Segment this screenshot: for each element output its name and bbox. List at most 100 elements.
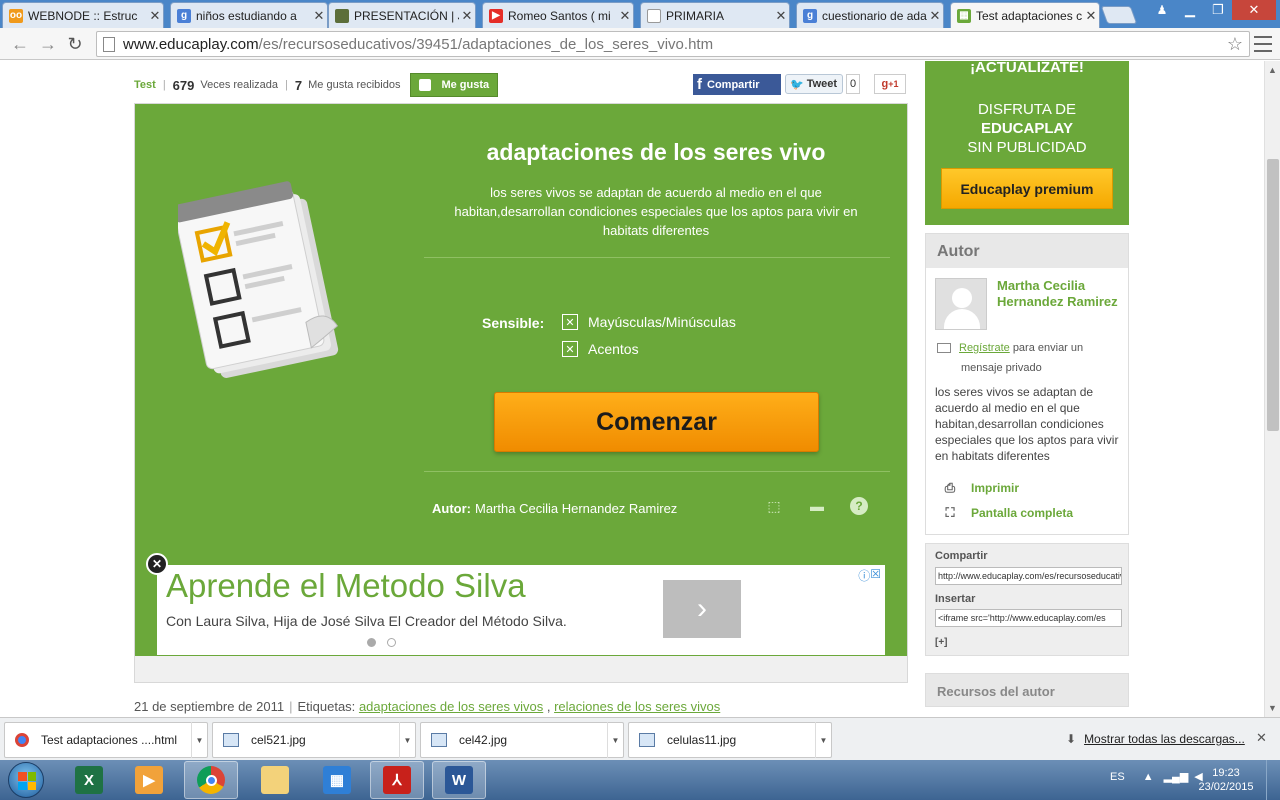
close-ad-icon[interactable]: ✕ bbox=[146, 553, 168, 575]
tab-test-adaptaciones[interactable]: ▦ Test adaptaciones c ✕ bbox=[950, 2, 1100, 28]
download-item[interactable]: Test adaptaciones ....html ▼ bbox=[4, 722, 208, 758]
forward-icon[interactable]: → bbox=[36, 32, 60, 56]
tab-google-ninos[interactable]: g niños estudiando a ✕ bbox=[170, 2, 328, 28]
twitter-bird-icon: 🐦 bbox=[790, 78, 804, 91]
tab-youtube[interactable]: ▶ Romeo Santos ( mi ✕ bbox=[482, 2, 634, 28]
close-tab-icon[interactable]: ✕ bbox=[773, 8, 789, 24]
excel-taskbar-button[interactable]: X bbox=[62, 761, 116, 799]
avatar[interactable] bbox=[935, 278, 987, 330]
publish-date: 21 de septiembre de 2011 bbox=[134, 699, 285, 714]
address-bar[interactable]: www.educaplay.com/es/recursoseducativos/… bbox=[96, 31, 1250, 57]
show-desktop-button[interactable] bbox=[1266, 760, 1280, 800]
close-tab-icon[interactable]: ✕ bbox=[147, 8, 163, 24]
download-item[interactable]: cel42.jpg ▼ bbox=[420, 722, 624, 758]
facebook-share-button[interactable]: f Compartir bbox=[693, 74, 781, 95]
start-button[interactable] bbox=[8, 762, 44, 798]
tweet-button[interactable]: 🐦 Tweet bbox=[785, 74, 843, 94]
print-icon[interactable]: ▬ bbox=[808, 497, 826, 515]
tags-label: Etiquetas: bbox=[297, 699, 356, 714]
like-button[interactable]: Me gusta bbox=[410, 73, 499, 97]
ad-choices[interactable]: ⓘ ☒ bbox=[858, 567, 881, 584]
file-explorer-taskbar-button[interactable] bbox=[248, 761, 302, 799]
chrome-icon bbox=[15, 733, 29, 747]
language-indicator[interactable]: ES bbox=[1110, 771, 1125, 783]
tab-presentacion[interactable]: PRESENTACIÓN | JI ✕ bbox=[328, 2, 476, 28]
fullscreen-icon: ⛶ bbox=[945, 505, 955, 520]
close-tab-icon[interactable]: ✕ bbox=[311, 8, 327, 24]
share-url-field[interactable]: http://www.educaplay.com/es/recursoseduc… bbox=[935, 567, 1122, 585]
embed-code-field[interactable]: <iframe src='http://www.educaplay.com/es bbox=[935, 609, 1122, 627]
address-host: www.educaplay.com bbox=[123, 35, 259, 53]
scroll-up-icon[interactable]: ▲ bbox=[1268, 65, 1277, 75]
checkbox-x-icon[interactable]: ✕ bbox=[562, 314, 578, 330]
tag-link[interactable]: adaptaciones de los seres vivos bbox=[359, 699, 543, 714]
promo-line: SIN PUBLICIDAD bbox=[967, 139, 1087, 156]
chevron-down-icon[interactable]: ▼ bbox=[191, 722, 207, 758]
close-downloads-icon[interactable]: ✕ bbox=[1256, 730, 1267, 746]
likes-count: 7 bbox=[294, 77, 303, 93]
option-accents[interactable]: ✕ Acentos bbox=[562, 341, 639, 357]
chevron-down-icon[interactable]: ▼ bbox=[399, 722, 415, 758]
print-action[interactable]: ⎙ Imprimir bbox=[943, 480, 1019, 495]
clock[interactable]: 19:23 23/02/2015 bbox=[1196, 766, 1256, 794]
chrome-taskbar-button[interactable] bbox=[184, 761, 238, 799]
printer-icon: ⎙ bbox=[944, 480, 956, 495]
facebook-icon: f bbox=[697, 76, 702, 93]
show-all-downloads-link[interactable]: ⬇ Mostrar todas las descargas... bbox=[1066, 732, 1245, 746]
ad-next-arrow-icon[interactable]: › bbox=[663, 580, 741, 638]
premium-button[interactable]: Educaplay premium bbox=[941, 168, 1113, 209]
menu-icon[interactable] bbox=[1254, 34, 1272, 54]
start-button[interactable]: Comenzar bbox=[494, 392, 819, 452]
download-item[interactable]: celulas11.jpg ▼ bbox=[628, 722, 832, 758]
reload-icon[interactable]: ↻ bbox=[63, 32, 87, 56]
tab-webnode[interactable]: oo WEBNODE :: Estruc ✕ bbox=[2, 2, 164, 28]
chevron-down-icon[interactable]: ▼ bbox=[607, 722, 623, 758]
new-tab-button[interactable] bbox=[1100, 6, 1138, 24]
tab-title: Test adaptaciones c bbox=[976, 8, 1083, 23]
app-taskbar-button[interactable]: ▦ bbox=[310, 761, 364, 799]
scrollbar-thumb[interactable] bbox=[1267, 159, 1279, 431]
google-plus-button[interactable]: g +1 bbox=[874, 74, 906, 94]
tag-link[interactable]: relaciones de los seres vivos bbox=[554, 699, 720, 714]
bookmark-star-icon[interactable]: ☆ bbox=[1227, 34, 1243, 55]
minimize-icon[interactable]: ▁ bbox=[1176, 0, 1204, 20]
tab-cuestionario[interactable]: g cuestionario de ada ✕ bbox=[796, 2, 944, 28]
fullscreen-action[interactable]: ⛶ Pantalla completa bbox=[943, 505, 1073, 520]
close-tab-icon[interactable]: ✕ bbox=[617, 8, 633, 24]
close-tab-icon[interactable]: ✕ bbox=[927, 8, 943, 24]
media-player-icon: ▶ bbox=[135, 766, 163, 794]
close-window-icon[interactable]: ✕ bbox=[1232, 0, 1276, 20]
vertical-scrollbar[interactable]: ▲ ▼ bbox=[1264, 61, 1280, 717]
option-case[interactable]: ✕ Mayúsculas/Minúsculas bbox=[562, 314, 736, 330]
word-taskbar-button[interactable]: W bbox=[432, 761, 486, 799]
tab-strip: oo WEBNODE :: Estruc ✕ g niños estudiand… bbox=[0, 0, 1280, 28]
checkbox-x-icon[interactable]: ✕ bbox=[562, 341, 578, 357]
media-player-taskbar-button[interactable]: ▶ bbox=[122, 761, 176, 799]
close-tab-icon[interactable]: ✕ bbox=[459, 8, 475, 24]
scroll-down-icon[interactable]: ▼ bbox=[1268, 703, 1277, 713]
register-link[interactable]: Regístrate bbox=[959, 342, 1010, 354]
expand-link[interactable]: [+] bbox=[935, 637, 948, 648]
tab-title: WEBNODE :: Estruc bbox=[28, 8, 138, 23]
tab-primaria[interactable]: PRIMARIA ✕ bbox=[640, 2, 790, 28]
ad-title[interactable]: Aprende el Metodo Silva bbox=[166, 567, 526, 605]
author-label: Autor: bbox=[432, 501, 471, 516]
ad-pager-dot[interactable] bbox=[387, 638, 396, 647]
close-tab-icon[interactable]: ✕ bbox=[1083, 8, 1099, 24]
user-icon[interactable]: ♟ bbox=[1148, 0, 1176, 20]
restore-icon[interactable]: ❐ bbox=[1204, 0, 1232, 20]
acrobat-taskbar-button[interactable]: ⅄ bbox=[370, 761, 424, 799]
network-signal-icon[interactable]: ▂▄▆ bbox=[1164, 770, 1189, 783]
ad-pager-dot[interactable] bbox=[367, 638, 376, 647]
embed-icon[interactable]: ⬚ bbox=[765, 497, 783, 515]
help-icon[interactable]: ? bbox=[850, 497, 868, 515]
author-name-link[interactable]: Martha Cecilia Hernandez Ramirez bbox=[997, 278, 1123, 310]
chevron-down-icon[interactable]: ▼ bbox=[815, 722, 831, 758]
ad-banner[interactable]: Aprende el Metodo Silva Con Laura Silva,… bbox=[157, 565, 885, 655]
back-icon[interactable]: ← bbox=[8, 32, 32, 56]
download-item[interactable]: cel521.jpg ▼ bbox=[212, 722, 416, 758]
ad-close-icon[interactable]: ☒ bbox=[870, 567, 881, 584]
tray-expand-icon[interactable]: ▲ bbox=[1143, 771, 1154, 783]
system-tray: ES ▲ ▂▄▆ ◀ bbox=[1110, 770, 1203, 784]
ad-info-icon[interactable]: ⓘ bbox=[858, 567, 870, 584]
